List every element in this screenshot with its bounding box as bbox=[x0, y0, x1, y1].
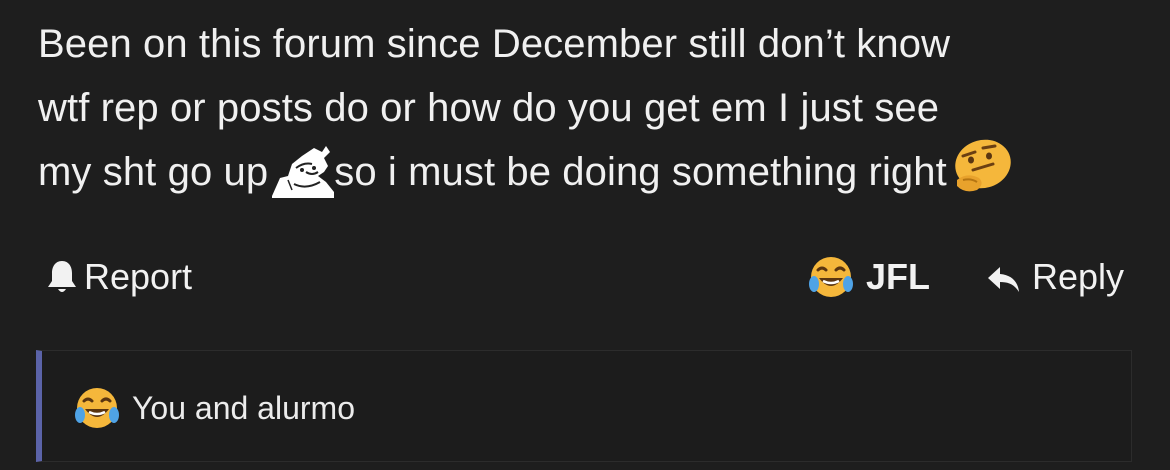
laughing-crying-emoji-icon bbox=[74, 385, 120, 431]
jfl-label: JFL bbox=[866, 256, 931, 297]
laughing-crying-emoji-icon bbox=[808, 254, 854, 300]
post-line-1: Been on this forum since December still … bbox=[38, 22, 951, 66]
thinking-face-icon bbox=[949, 136, 1013, 196]
report-label: Report bbox=[84, 256, 193, 297]
post-line-3-start: my sht go up bbox=[38, 150, 269, 194]
post-line-2: wtf rep or posts do or how do you get em… bbox=[38, 86, 940, 130]
post-body: Been on this forum since December still … bbox=[38, 12, 1148, 204]
reply-arrow-icon bbox=[986, 262, 1022, 292]
jfl-reaction-button[interactable]: JFL bbox=[808, 254, 930, 300]
reply-button[interactable]: Reply bbox=[986, 256, 1124, 298]
reply-label: Reply bbox=[1032, 256, 1125, 297]
quoted-reply-text: You and alurmo bbox=[132, 389, 355, 426]
bell-icon bbox=[46, 259, 78, 295]
report-button[interactable]: Report bbox=[46, 256, 192, 298]
post-line-3: my sht go up so i must be doing somethin… bbox=[38, 139, 1148, 204]
meme-face-icon bbox=[266, 142, 336, 200]
post-line-3-end: so i must be doing something right bbox=[334, 150, 947, 194]
quoted-reply[interactable]: You and alurmo bbox=[36, 350, 1132, 462]
quoted-reply-content: You and alurmo bbox=[74, 385, 355, 431]
post-actions: Report JFL Reply bbox=[0, 248, 1170, 308]
forum-post: Been on this forum since December still … bbox=[0, 0, 1170, 470]
